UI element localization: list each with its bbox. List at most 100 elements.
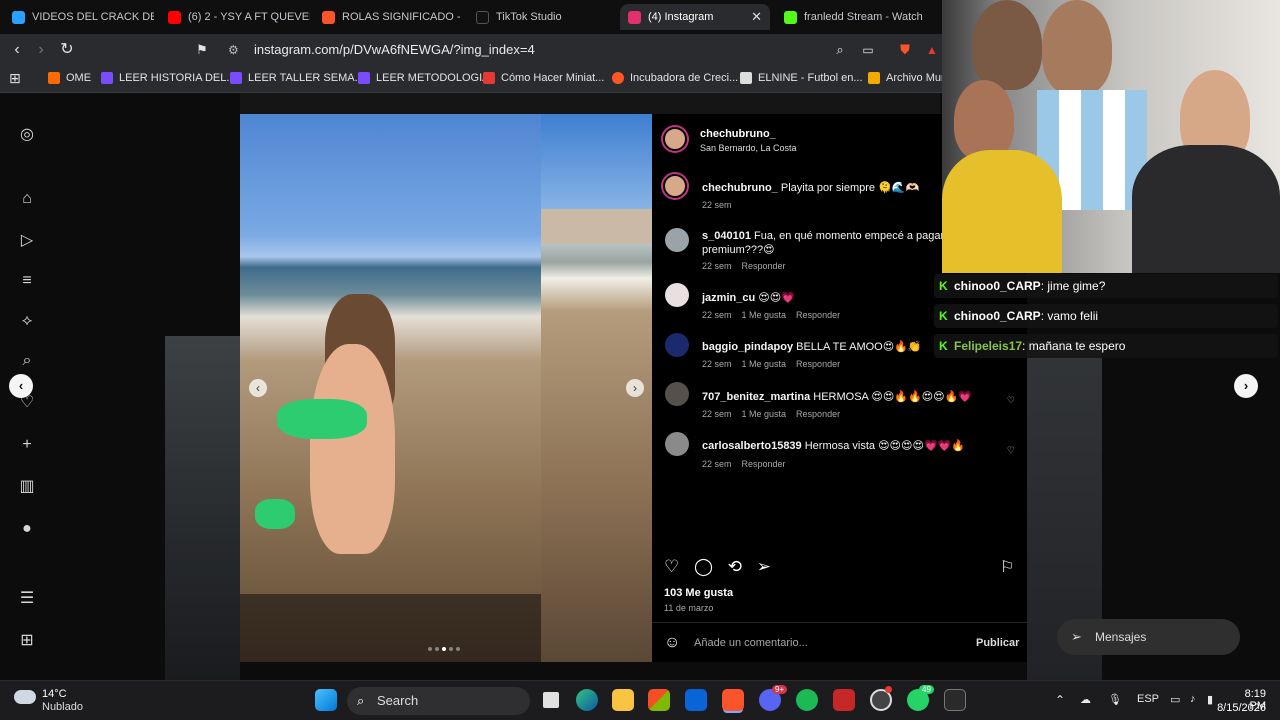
reply-button[interactable]: Responder — [796, 359, 840, 369]
bookmark-item[interactable]: LEER HISTORIA DEL... — [101, 72, 236, 84]
bookmark-item[interactable]: LEER METODOLOGIA — [358, 72, 490, 84]
more-apps-icon[interactable]: ⊞ — [17, 631, 37, 651]
comment-3-meta: 22 sem 1 Me gusta Responder — [702, 359, 841, 369]
reels-icon[interactable]: ▷ — [17, 231, 37, 251]
emoji-icon[interactable]: ☺ — [664, 634, 680, 652]
search-icon[interactable]: ⌕ — [17, 351, 37, 371]
bookmark-item[interactable]: ELNINE - Futbol en... — [740, 72, 863, 84]
clock-date[interactable]: 8/15/2026 — [1212, 702, 1266, 714]
stream-chat-line: Kchinoo0_CARP: jime gime? — [934, 274, 1278, 298]
repost-icon[interactable]: ⟲ — [728, 557, 742, 576]
bookmark-item[interactable]: Cómo Hacer Miniat... — [483, 72, 604, 84]
menu-icon[interactable]: ☰ — [17, 589, 37, 609]
tray-chevron-icon[interactable]: ⌃ — [1055, 693, 1065, 707]
bookmark-icon[interactable]: ⚑ — [192, 40, 212, 60]
cast-icon[interactable]: ▭ — [858, 40, 878, 60]
weather-desc[interactable]: Nublado — [42, 701, 83, 713]
forward-icon[interactable]: › — [31, 40, 51, 60]
bookmark-item[interactable]: OME — [48, 72, 91, 84]
windows-start-icon[interactable] — [315, 689, 337, 711]
elnine-icon — [740, 72, 752, 84]
carousel-prev-button[interactable]: ‹ — [249, 379, 267, 397]
onedrive-icon[interactable]: ☁ — [1080, 693, 1091, 706]
share-icon[interactable]: ➢ — [757, 557, 771, 576]
messages-button[interactable]: ➢ Mensajes — [1057, 619, 1240, 655]
brave-icon[interactable] — [722, 689, 744, 711]
tab-kick-stream[interactable]: franledd Stream - Watch — [776, 4, 936, 30]
brave-shields-icon[interactable]: ⛊ — [895, 40, 915, 60]
post-actions: ♡ ◯ ⟲ ➢ — [664, 557, 781, 577]
language-indicator[interactable]: ESP — [1137, 693, 1159, 705]
voicemeeter-icon[interactable] — [833, 689, 855, 711]
spotify-icon[interactable] — [796, 689, 818, 711]
back-icon[interactable]: ‹ — [7, 40, 27, 60]
instagram-logo-icon[interactable]: ◎ — [17, 125, 37, 145]
link-icon — [101, 72, 113, 84]
reply-button[interactable]: Responder — [742, 261, 786, 271]
profile-avatar-icon[interactable]: ● — [17, 519, 37, 539]
comment-icon[interactable]: ◯ — [694, 557, 713, 576]
comment-avatar[interactable] — [665, 333, 689, 357]
bookmark-item[interactable]: Archivo Mun — [868, 72, 947, 84]
kick-badge-icon: K — [939, 279, 948, 293]
tab-instagram[interactable]: (4) Instagram ✕ — [620, 4, 770, 30]
tab-rolas[interactable]: ROLAS SIGNIFICADO - Br — [314, 4, 464, 30]
microphone-icon[interactable]: 🎙 — [1108, 693, 1122, 706]
taskbar-search[interactable]: ⌕ Search — [347, 687, 530, 715]
reply-button[interactable]: Responder — [742, 459, 786, 469]
tab-tiktok-studio[interactable]: TikTok Studio — [468, 4, 618, 30]
likes-count[interactable]: 103 Me gusta — [664, 587, 733, 599]
post-location[interactable]: San Bernardo, La Costa — [700, 143, 797, 153]
comment-input[interactable]: Añade un comentario... — [694, 637, 808, 649]
file-explorer-icon[interactable] — [612, 689, 634, 711]
previous-post-button[interactable]: ‹ — [9, 374, 33, 398]
comment-avatar[interactable] — [665, 382, 689, 406]
direct-messages-icon[interactable]: ⟡ — [17, 311, 37, 331]
outlook-icon[interactable] — [685, 689, 707, 711]
microsoft-store-icon[interactable] — [648, 689, 670, 711]
link-icon — [358, 72, 370, 84]
save-icon[interactable]: ⚐ — [1000, 557, 1014, 577]
feed-filter-icon[interactable]: ≡ — [17, 271, 37, 291]
comment-avatar[interactable] — [665, 283, 689, 307]
discord-badge: 9+ — [772, 685, 788, 694]
reply-button[interactable]: Responder — [796, 310, 840, 320]
brave-rewards-icon[interactable]: ▲ — [922, 40, 942, 60]
comment-avatar[interactable] — [665, 432, 689, 456]
task-view-icon[interactable] — [540, 689, 562, 711]
site-settings-icon[interactable]: ⚙ — [228, 38, 239, 62]
weather-temp[interactable]: 14°C — [42, 688, 67, 700]
apps-grid-icon[interactable]: ⊞ — [9, 70, 21, 87]
reply-button[interactable]: Responder — [796, 409, 840, 419]
edge-icon[interactable] — [576, 689, 598, 711]
cloud-icon — [14, 690, 36, 704]
home-icon[interactable]: ⌂ — [17, 189, 37, 209]
network-icon[interactable]: ▭ — [1170, 693, 1180, 706]
caption-avatar[interactable] — [663, 174, 687, 198]
like-icon[interactable]: ♡ — [664, 557, 679, 576]
reload-icon[interactable]: ↻ — [57, 40, 77, 60]
author-avatar[interactable] — [663, 127, 687, 151]
streamer-face-shape — [954, 80, 1014, 160]
carousel-dot — [449, 647, 453, 651]
create-icon[interactable]: + — [17, 435, 37, 455]
dashboard-icon[interactable]: ▥ — [17, 477, 37, 497]
zoom-icon[interactable]: ⌕ — [830, 40, 850, 60]
volume-icon[interactable]: ♪ — [1190, 693, 1196, 705]
carousel-next-button[interactable]: › — [626, 379, 644, 397]
comment-avatar[interactable] — [665, 228, 689, 252]
dark-shirt-shape — [1132, 145, 1280, 273]
comment-like-icon[interactable]: ♡ — [1007, 395, 1015, 406]
next-post-button[interactable]: › — [1234, 374, 1258, 398]
author-username[interactable]: chechubruno_ — [700, 128, 776, 140]
comment-like-icon[interactable]: ♡ — [1007, 445, 1015, 456]
tab-videos-crack[interactable]: VIDEOS DEL CRACK DE CI — [4, 4, 154, 30]
epic-games-icon[interactable] — [944, 689, 966, 711]
bookmark-item[interactable]: Incubadora de Creci... — [612, 72, 738, 84]
bookmark-item[interactable]: LEER TALLER SEMA... — [230, 72, 364, 84]
instagram-icon — [628, 10, 641, 24]
comment-1-meta: 22 sem Responder — [702, 261, 786, 271]
publish-button[interactable]: Publicar — [976, 637, 1019, 649]
tab-youtube[interactable]: (6) 2 - YSY A FT QUEVEDO — [160, 4, 310, 30]
close-tab-icon[interactable]: ✕ — [751, 9, 762, 25]
